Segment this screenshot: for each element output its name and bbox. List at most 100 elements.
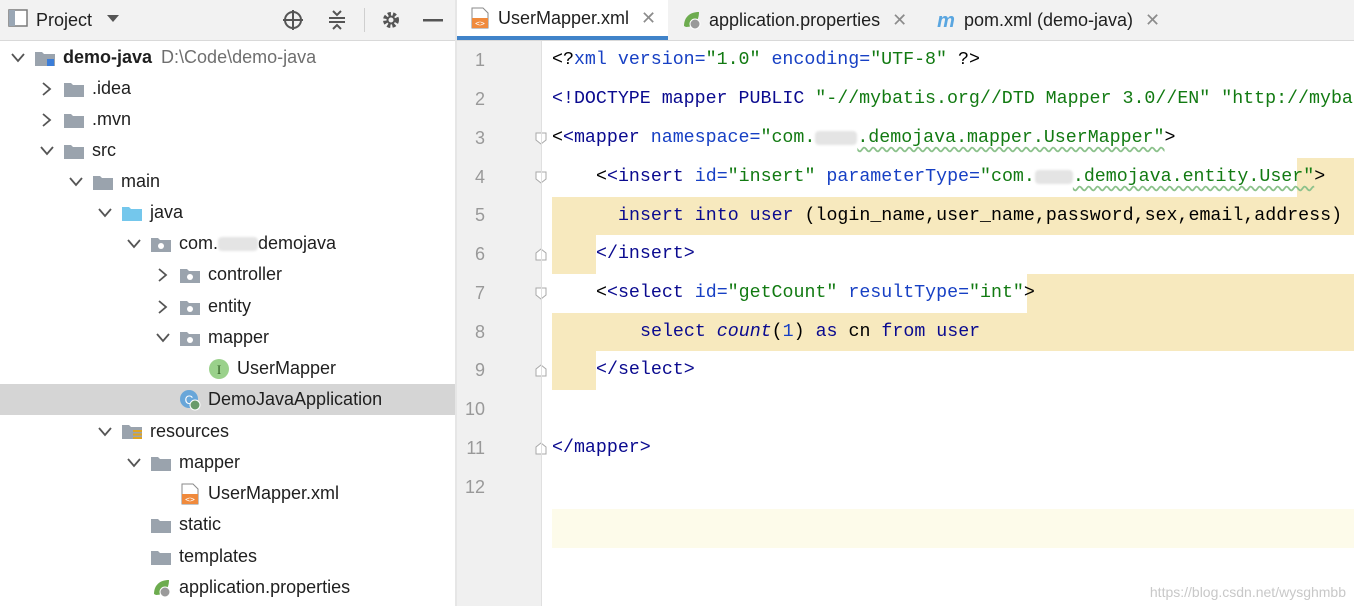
tab-pom-xml[interactable]: m pom.xml (demo-java) ✕ (923, 0, 1173, 40)
tree-item-label: controller (208, 264, 283, 284)
tree-item-usermapper[interactable]: I UserMapper (0, 353, 455, 384)
code-token: xml (573, 50, 607, 71)
tree-item-idea[interactable]: .idea (0, 73, 455, 104)
code-token: select (640, 322, 717, 343)
code-line-6: </insert> (596, 235, 695, 274)
tab-label: pom.xml (demo-java) (964, 9, 1134, 30)
tree-item-demojavaapplication[interactable]: C DemoJavaApplication (0, 384, 455, 415)
current-line-highlight (552, 509, 1354, 548)
tree-item-java[interactable]: java (0, 197, 455, 228)
svg-text:<>: <> (185, 495, 195, 504)
xml-file-icon: <> (469, 7, 491, 29)
tree-item-static[interactable]: static (0, 509, 455, 540)
package-icon (150, 234, 172, 254)
line-number-gutter: 1 2 3 4 5 6 7 8 9 10 11 12 (457, 41, 547, 606)
chevron-right-icon[interactable] (37, 110, 57, 130)
folder-icon (150, 515, 172, 535)
sql-highlight (552, 351, 596, 390)
project-panel-header: Project (0, 0, 455, 41)
collapse-all-icon[interactable] (322, 0, 352, 40)
line-number: 3 (474, 128, 485, 148)
chevron-down-icon[interactable] (37, 141, 57, 161)
gear-icon[interactable] (376, 0, 406, 40)
close-icon[interactable]: ✕ (892, 10, 907, 31)
svg-text:<>: <> (475, 19, 485, 28)
chevron-down-icon[interactable] (95, 422, 115, 442)
editor-tab-bar: <> UserMapper.xml ✕ application.properti… (457, 0, 1354, 41)
tree-item-label: static (179, 514, 222, 534)
code-token: id= (683, 283, 728, 304)
code-token: .demojava.mapper.UserMapper" (857, 128, 1165, 149)
folder-icon (92, 172, 114, 192)
code-line-2: <!DOCTYPE mapper PUBLIC "-//mybatis.org/… (552, 80, 1353, 119)
resources-folder-icon (121, 422, 143, 442)
chevron-down-icon[interactable] (153, 328, 173, 348)
code-token: ( (771, 322, 783, 343)
tree-item-entity[interactable]: entity (0, 291, 455, 322)
chevron-right-icon[interactable] (153, 265, 173, 285)
line-number: 8 (474, 322, 485, 342)
tree-item-application-properties[interactable]: application.properties (0, 572, 455, 603)
tab-label: UserMapper.xml (498, 7, 630, 28)
tree-item-usermapper-xml[interactable]: <> UserMapper.xml (0, 478, 455, 509)
tree-item-src[interactable]: src (0, 135, 455, 166)
tree-item-templates[interactable]: templates (0, 541, 455, 572)
folder-icon (63, 141, 85, 161)
close-icon[interactable]: ✕ (1145, 10, 1160, 31)
toolbar-separator (364, 8, 365, 32)
code-line-8: select count(1) as cn from user (640, 313, 980, 352)
line-number: 7 (474, 283, 485, 303)
code-line-1: <? xml version= "1.0" encoding= "UTF-8" ?> (552, 41, 980, 80)
tree-item-label: .idea (92, 78, 132, 98)
code-token: "com. (760, 128, 816, 149)
tree-item-mvn[interactable]: .mvn (0, 104, 455, 135)
project-view-icon (8, 8, 28, 32)
code-token: < (596, 167, 607, 188)
chevron-down-icon[interactable] (124, 234, 144, 254)
chevron-right-icon[interactable] (37, 79, 57, 99)
tree-item-mapper-package[interactable]: mapper (0, 322, 455, 353)
tree-item-main[interactable]: main (0, 166, 455, 197)
tree-item-demo-java[interactable]: demo-java D:\Code\demo-java (0, 42, 455, 73)
chevron-down-icon[interactable] (95, 203, 115, 223)
sql-highlight (1027, 274, 1354, 313)
tree-item-package-root[interactable]: com. demojava (0, 228, 455, 259)
chevron-down-icon[interactable] (8, 48, 28, 68)
code-token: <? (552, 50, 574, 71)
code-token: resultType= (837, 283, 970, 304)
hide-panel-icon[interactable] (418, 0, 448, 40)
chevron-down-icon[interactable] (106, 11, 120, 29)
chevron-down-icon[interactable] (124, 453, 144, 473)
line-number: 9 (474, 360, 485, 380)
line-number: 5 (474, 205, 485, 225)
watermark-text: https://blog.csdn.net/wysghmbb (1149, 584, 1346, 600)
tree-item-resources[interactable]: resources (0, 416, 455, 447)
code-token: "com. (980, 167, 1035, 188)
tab-usermapper-xml[interactable]: <> UserMapper.xml ✕ (457, 0, 668, 40)
code-token: "UTF-8" (870, 50, 947, 71)
code-line-7: < <select id= "getCount" resultType= "int" > (596, 274, 1035, 313)
code-token: < (596, 283, 607, 304)
maven-icon: m (935, 9, 957, 31)
tree-item-controller[interactable]: controller (0, 259, 455, 290)
chevron-down-icon[interactable] (66, 172, 86, 192)
code-token: insert into user (618, 206, 794, 227)
tree-item-label: java (150, 202, 184, 222)
tree-item-mapper-folder[interactable]: mapper (0, 447, 455, 478)
code-editor[interactable]: <? xml version= "1.0" encoding= "UTF-8" ?> … (552, 41, 1354, 606)
redacted-text (1034, 170, 1073, 185)
tree-item-label-suffix: demojava (258, 233, 337, 253)
project-view-selector[interactable]: Project (8, 0, 120, 40)
code-line-3-overlay: <<mapper namespace="com..demojava.mapper… (552, 119, 1176, 158)
tree-item-label: mapper (208, 327, 270, 347)
chevron-right-icon[interactable] (153, 297, 173, 317)
locate-file-icon[interactable] (278, 0, 308, 40)
tree-item-label: mapper (179, 452, 241, 472)
line-number: 2 (474, 89, 485, 109)
tab-label: application.properties (709, 9, 881, 30)
tab-application-properties[interactable]: application.properties ✕ (668, 0, 923, 40)
spring-properties-icon (680, 9, 702, 31)
code-token: count (716, 322, 772, 343)
close-icon[interactable]: ✕ (641, 8, 656, 29)
code-token: ) (793, 322, 816, 343)
